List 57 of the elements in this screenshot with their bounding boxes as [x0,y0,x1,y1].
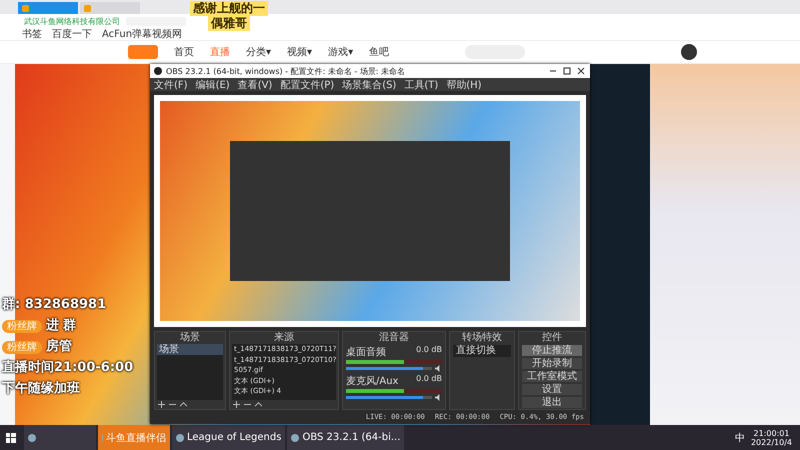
sticker-name: 偶雅哥 [208,16,250,31]
control-button[interactable]: 工作室模式 [522,371,582,382]
panel-title: 转场特效 [461,332,503,344]
nav-link[interactable]: 视频▾ [287,45,312,59]
overlay-text: 群 [63,317,76,335]
control-button[interactable]: 开始录制 [522,358,582,369]
taskbar-item[interactable] [24,425,96,450]
channel-reading: 0.0 dB [416,345,442,356]
control-button[interactable]: 设置 [522,384,582,395]
channel-name: 桌面音频 [346,346,386,359]
remove-icon[interactable] [244,401,251,408]
clock[interactable]: 21:00:01 2022/10/4 [750,428,792,446]
overlay-note: 下午随缘加班 [2,380,81,398]
menu-item[interactable]: 编辑(E) [196,78,230,92]
nav-link[interactable]: 首页 [174,45,194,59]
panel-title: 场景 [179,332,201,344]
channel-name: 麦克风/Aux [346,374,398,388]
group-number: 群: 832868981 [2,296,108,314]
up-icon[interactable] [255,401,262,408]
nav-link[interactable]: 分类▾ [246,45,272,59]
site-certificate: 武汉斗鱼网络科技有限公司 [24,16,120,26]
sticker-text: 感谢上舰的一 [190,1,268,16]
window-title: OBS 23.2.1 (64-bit, windows) - 配置文件: 未命名 - 场景: 未命名 [166,66,406,76]
transition-select[interactable]: 直接切换 [453,345,511,357]
bookmark[interactable]: 书签 [22,27,42,41]
menu-item[interactable]: 场景集合(S) [342,78,396,92]
close-icon[interactable] [576,67,586,75]
panel-title: 来源 [273,332,295,344]
menu-item[interactable]: 帮助(H) [446,78,482,92]
nav-link[interactable]: 游戏▾ [328,45,354,59]
control-button[interactable]: 退出 [522,397,582,408]
schedule-text: 直播时间21:00-6:00 [2,359,134,377]
control-button[interactable]: 停止推流 [522,345,582,356]
start-icon[interactable] [6,432,16,442]
menu-item[interactable]: 文件(F) [154,78,188,92]
overlay-text: 进 [46,317,59,335]
menu-item[interactable]: 配置文件(P) [280,78,334,92]
menu-item[interactable]: 工具(T) [404,78,438,92]
panel-title: 混音器 [378,332,410,344]
up-icon[interactable] [180,401,187,408]
panel-title: 控件 [541,332,563,344]
bookmark[interactable]: 百度一下 [52,27,92,41]
avatar[interactable] [681,44,698,60]
channel-reading: 0.0 dB [416,374,442,385]
scene-item[interactable]: 场景 [157,344,223,355]
overlay-text: 房管 [46,338,72,356]
ime-indicator[interactable]: 中 [734,430,745,444]
maximize-icon[interactable] [562,67,572,75]
taskbar-item[interactable]: League of Legends [172,425,286,450]
bookmark[interactable]: AcFun弹幕视频网 [102,27,182,41]
add-icon[interactable] [233,401,240,408]
taskbar-item[interactable]: OBS 23.2.1 (64-bi... [287,425,404,450]
menu-item[interactable]: 查看(V) [238,78,272,92]
remove-icon[interactable] [169,401,176,408]
nav-link[interactable]: 鱼吧 [369,45,390,59]
add-icon[interactable] [158,401,165,408]
app-icon [154,67,162,75]
